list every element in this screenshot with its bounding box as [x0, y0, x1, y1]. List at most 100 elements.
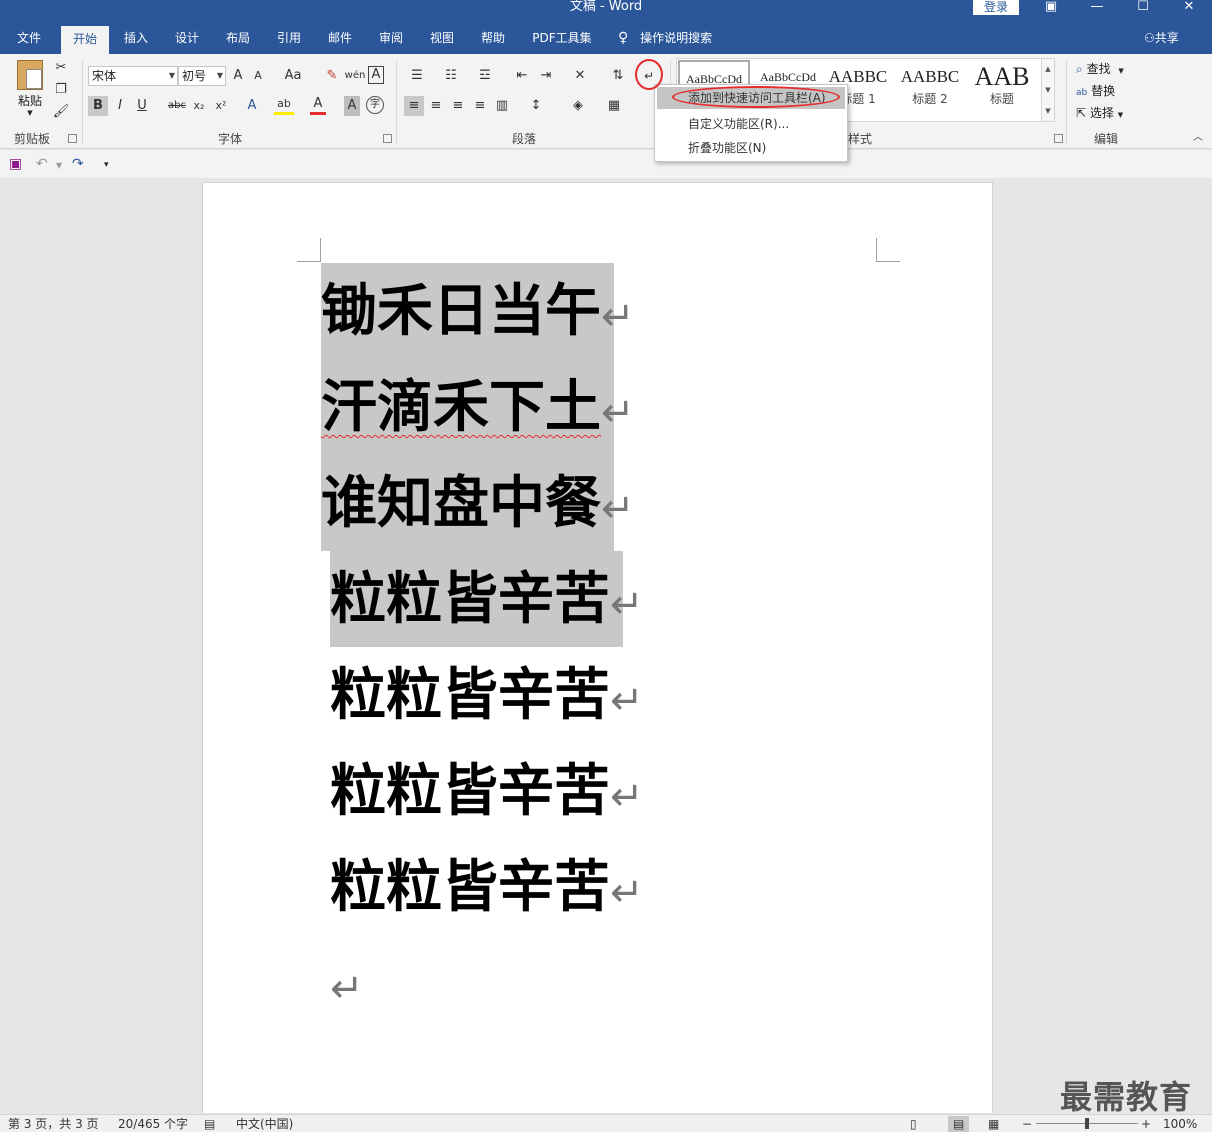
decrease-indent-icon[interactable]: ⇤ — [512, 66, 532, 86]
poem-line[interactable]: 粒粒皆辛苦↵ — [330, 647, 644, 743]
menu-collapse-ribbon[interactable]: 折叠功能区(N) — [657, 137, 845, 159]
line-text: 谁知盘中餐 — [321, 470, 601, 536]
chevron-down-icon[interactable]: ▼ — [56, 161, 62, 170]
line-spacing-icon[interactable]: ↕ — [522, 96, 550, 116]
poem-line[interactable]: 锄禾日当午↵ — [321, 263, 635, 359]
text-effects-button[interactable]: A — [244, 96, 260, 116]
chevron-down-icon[interactable]: ▼ — [1042, 80, 1054, 101]
font-color-button[interactable]: A — [310, 96, 326, 115]
zoom-level[interactable]: 100% — [1163, 1116, 1197, 1132]
maximize-icon[interactable]: ☐ — [1120, 0, 1166, 16]
clipboard-launcher-icon[interactable] — [68, 134, 77, 143]
copy-icon[interactable]: ❐ — [52, 80, 70, 100]
font-launcher-icon[interactable] — [383, 134, 392, 143]
save-icon[interactable]: ▣ — [9, 156, 22, 172]
strikethrough-button[interactable]: abc — [166, 96, 188, 116]
align-left-icon[interactable]: ≡ — [404, 96, 424, 116]
empty-paragraph[interactable]: ↵ — [330, 935, 364, 1031]
language-indicator[interactable]: 中文(中国) — [236, 1116, 293, 1132]
italic-button[interactable]: I — [111, 96, 129, 116]
more-icon[interactable]: ▼ — [1042, 101, 1054, 122]
bold-button[interactable]: B — [88, 96, 108, 116]
minimize-icon[interactable]: — — [1074, 0, 1120, 16]
styles-launcher-icon[interactable] — [1054, 134, 1063, 143]
subscript-button[interactable]: x₂ — [190, 96, 208, 116]
increase-indent-icon[interactable]: ⇥ — [536, 66, 556, 86]
document-page[interactable]: 锄禾日当午↵ 汗滴禾下土↵ 谁知盘中餐↵ 粒粒皆辛苦↵ 粒粒皆辛苦↵ 粒粒皆辛苦… — [202, 182, 993, 1113]
replace-button[interactable]: ab 替换 — [1076, 82, 1115, 100]
sort-icon[interactable]: ⇅ — [608, 66, 628, 86]
align-center-icon[interactable]: ≡ — [426, 96, 446, 116]
highlight-button[interactable]: ab — [274, 96, 294, 115]
paste-button[interactable]: 粘贴 ▼ — [12, 60, 48, 120]
zoom-in-icon[interactable]: + — [1141, 1116, 1151, 1132]
poem-line[interactable]: 谁知盘中餐↵ — [321, 455, 635, 551]
login-button[interactable]: 登录 — [973, 0, 1019, 15]
web-layout-icon[interactable]: ▦ — [988, 1116, 999, 1132]
tab-home[interactable]: 开始 — [61, 26, 109, 54]
superscript-button[interactable]: x² — [212, 96, 230, 116]
style-heading-2[interactable]: AABBC 标题 2 — [894, 60, 966, 118]
tab-review[interactable]: 审阅 — [369, 24, 413, 54]
tab-insert[interactable]: 插入 — [114, 24, 158, 54]
customize-qat-icon[interactable]: ▾ — [104, 160, 109, 170]
shrink-font-button[interactable]: A — [250, 66, 266, 86]
word-count[interactable]: 20/465 个字 — [118, 1116, 188, 1132]
page-count[interactable]: 第 3 页，共 3 页 — [8, 1116, 99, 1132]
chinese-layout-icon[interactable]: ✕ — [566, 66, 594, 86]
font-family-combo[interactable]: 宋体 ▼ — [88, 66, 178, 86]
cut-icon[interactable]: ✂ — [52, 58, 70, 78]
tab-references[interactable]: 引用 — [267, 24, 311, 54]
poem-line[interactable]: 粒粒皆辛苦↵ — [330, 839, 644, 935]
tab-pdf-tools[interactable]: PDF工具集 — [524, 24, 600, 54]
watermark-logo: 最需教育 — [1060, 1078, 1193, 1116]
borders-icon[interactable]: ▦ — [600, 96, 628, 116]
poem-line[interactable]: 粒粒皆辛苦↵ — [330, 743, 644, 839]
justify-icon[interactable]: ≡ — [470, 96, 490, 116]
format-painter-icon[interactable]: 🖌 — [52, 102, 70, 122]
ribbon-display-icon[interactable]: ▣ — [1028, 0, 1074, 16]
font-size-combo[interactable]: 初号 ▼ — [178, 66, 226, 86]
menu-customize-ribbon[interactable]: 自定义功能区(R)... — [657, 113, 845, 135]
tab-file[interactable]: 文件 — [6, 24, 52, 54]
close-icon[interactable]: ✕ — [1166, 0, 1212, 16]
find-button[interactable]: ⌕ 查找 ▼ — [1076, 60, 1124, 78]
tab-help[interactable]: 帮助 — [471, 24, 515, 54]
tell-me-search[interactable]: ♀ 操作说明搜索 — [618, 24, 712, 54]
proofing-icon[interactable]: ▤ — [204, 1116, 215, 1132]
poem-line[interactable]: 粒粒皆辛苦↵ — [330, 551, 644, 647]
font-size-value: 初号 — [182, 69, 207, 83]
gallery-scroll[interactable]: ▲ ▼ ▼ — [1041, 58, 1055, 122]
read-mode-icon[interactable]: ▯ — [910, 1116, 917, 1132]
tab-view[interactable]: 视图 — [420, 24, 464, 54]
tab-design[interactable]: 设计 — [165, 24, 209, 54]
align-right-icon[interactable]: ≡ — [448, 96, 468, 116]
phonetic-guide-button[interactable]: wén — [344, 66, 366, 86]
zoom-out-icon[interactable]: − — [1022, 1116, 1032, 1132]
bullets-icon[interactable]: ☰ — [404, 66, 430, 86]
collapse-ribbon-icon[interactable]: ︿ — [1190, 128, 1206, 148]
underline-button[interactable]: U — [133, 96, 151, 116]
clear-format-icon[interactable]: ✎ — [322, 66, 342, 86]
distributed-icon[interactable]: ▥ — [492, 96, 512, 116]
share-button[interactable]: ⚇共享 — [1144, 24, 1179, 54]
style-title[interactable]: AAB 标题 — [966, 60, 1038, 118]
undo-icon[interactable]: ↶ — [36, 156, 48, 172]
shading-icon[interactable]: ◈ — [564, 96, 592, 116]
multilevel-list-icon[interactable]: ☲ — [472, 66, 498, 86]
tab-mailings[interactable]: 邮件 — [318, 24, 362, 54]
enclose-characters-button[interactable]: 字 — [366, 96, 384, 114]
change-case-button[interactable]: Aa — [278, 66, 308, 86]
tab-layout[interactable]: 布局 — [216, 24, 260, 54]
character-shading-button[interactable]: A — [344, 96, 360, 116]
clipboard-icon — [17, 60, 43, 90]
zoom-slider-thumb[interactable] — [1085, 1118, 1089, 1129]
grow-font-button[interactable]: A — [229, 66, 247, 86]
select-button[interactable]: ⇱ 选择 ▼ — [1076, 104, 1123, 122]
numbering-icon[interactable]: ☷ — [438, 66, 464, 86]
character-border-button[interactable]: A — [368, 66, 384, 84]
poem-line[interactable]: 汗滴禾下土↵ — [321, 359, 635, 455]
print-layout-icon[interactable]: ▤ — [948, 1116, 970, 1132]
chevron-up-icon[interactable]: ▲ — [1042, 59, 1054, 80]
redo-icon[interactable]: ↷ — [72, 156, 84, 172]
